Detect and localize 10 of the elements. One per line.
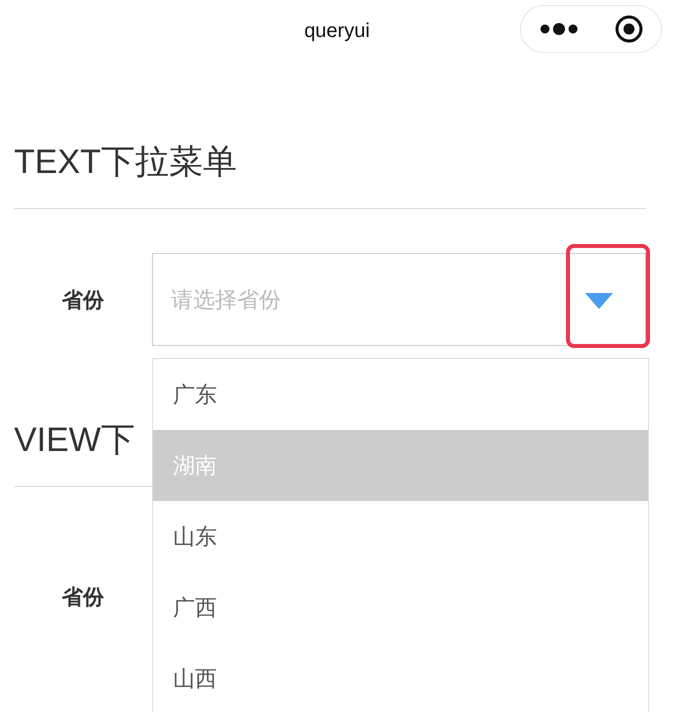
section-heading: TEXT下拉菜单 [14, 142, 237, 182]
section-heading: VIEW下 [14, 420, 135, 460]
page-title: queryui [304, 20, 370, 42]
field-label: 省份 [61, 288, 106, 314]
more-icon[interactable] [538, 22, 578, 36]
select-placeholder: 请选择省份 [171, 286, 281, 314]
capsule-menu[interactable] [520, 5, 662, 53]
close-icon[interactable] [614, 14, 644, 44]
dropdown-arrow-icon[interactable] [585, 293, 613, 309]
field-label: 省份 [61, 585, 106, 611]
